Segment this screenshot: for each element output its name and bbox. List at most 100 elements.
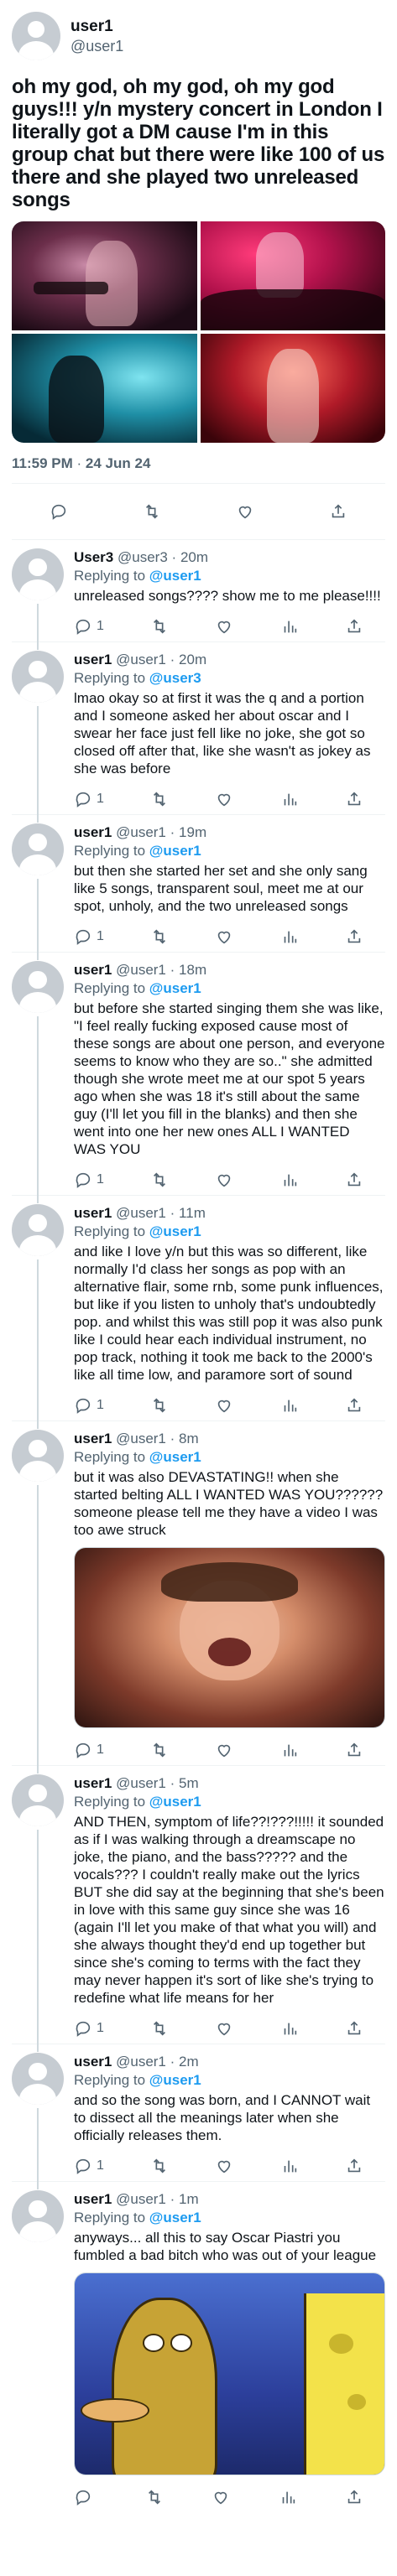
reply-button[interactable]: 1 — [74, 2019, 104, 2038]
reply-button[interactable] — [74, 2488, 97, 2506]
share-button[interactable] — [345, 927, 363, 946]
avatar[interactable] — [12, 12, 60, 60]
reply-tweet[interactable]: user1 @user1 · 11m Replying to @user1 an… — [12, 1196, 385, 1429]
reply-tweet[interactable]: user1 @user1 · 2m Replying to @user1 and… — [12, 2044, 385, 2189]
like-button[interactable] — [215, 1741, 233, 1759]
reply-button[interactable]: 1 — [74, 1171, 104, 1189]
concert-photo-4[interactable] — [200, 334, 385, 443]
like-button[interactable] — [215, 927, 233, 946]
reply-author-handle[interactable]: @user1 — [116, 1431, 166, 1446]
reply-author-handle[interactable]: @user3 — [118, 549, 168, 565]
reply-author-name[interactable]: User3 — [74, 549, 113, 565]
reply-author-handle[interactable]: @user1 — [116, 652, 166, 667]
avatar[interactable] — [12, 2053, 64, 2105]
reply-author-name[interactable]: user1 — [74, 1775, 112, 1791]
share-button[interactable] — [345, 790, 363, 808]
reply-icon[interactable] — [50, 502, 68, 521]
share-button[interactable] — [345, 2488, 363, 2506]
like-button[interactable] — [215, 617, 233, 636]
reply-author-name[interactable]: user1 — [74, 962, 112, 978]
crying-reaction-image[interactable] — [74, 1547, 385, 1728]
analytics-button[interactable] — [280, 1171, 299, 1189]
reply-time[interactable]: 1m — [179, 2191, 199, 2207]
spongebob-meme-image[interactable] — [74, 2272, 385, 2475]
reply-author-name[interactable]: user1 — [74, 2054, 112, 2070]
like-button[interactable] — [215, 790, 233, 808]
like-icon[interactable] — [236, 502, 254, 521]
reply-tweet[interactable]: user1 @user1 · 20m Replying to @user3 lm… — [12, 642, 385, 823]
concert-photo-3[interactable] — [12, 334, 197, 443]
retweet-button[interactable] — [150, 1396, 169, 1415]
reply-button[interactable]: 1 — [74, 1741, 104, 1759]
avatar[interactable] — [12, 651, 64, 703]
reply-author-handle[interactable]: @user1 — [116, 2054, 166, 2070]
mention-link[interactable]: @user1 — [149, 2072, 201, 2088]
author-handle[interactable]: @user1 — [71, 37, 123, 55]
retweet-button[interactable] — [145, 2488, 164, 2506]
reply-author-name[interactable]: user1 — [74, 1205, 112, 1221]
avatar[interactable] — [12, 1204, 64, 1256]
share-icon[interactable] — [329, 502, 347, 521]
analytics-button[interactable] — [280, 927, 299, 946]
reply-button[interactable]: 1 — [74, 790, 104, 808]
mention-link[interactable]: @user1 — [149, 1449, 201, 1465]
retweet-button[interactable] — [150, 1741, 169, 1759]
reply-time[interactable]: 11m — [179, 1205, 206, 1221]
analytics-button[interactable] — [280, 790, 299, 808]
analytics-button[interactable] — [279, 2488, 297, 2506]
avatar[interactable] — [12, 961, 64, 1013]
reply-tweet[interactable]: user1 @user1 · 1m Replying to @user1 any… — [12, 2182, 385, 2512]
like-button[interactable] — [212, 2488, 230, 2506]
reply-time[interactable]: 20m — [179, 652, 206, 667]
avatar[interactable] — [12, 1430, 64, 1482]
reply-time[interactable]: 2m — [179, 2054, 199, 2070]
reply-author-name[interactable]: user1 — [74, 824, 112, 840]
retweet-button[interactable] — [150, 790, 169, 808]
reply-author-handle[interactable]: @user1 — [116, 2191, 166, 2207]
like-button[interactable] — [215, 1171, 233, 1189]
retweet-button[interactable] — [150, 927, 169, 946]
reply-button[interactable]: 1 — [74, 2157, 104, 2175]
reply-time[interactable]: 20m — [180, 549, 208, 565]
mention-link[interactable]: @user1 — [149, 980, 201, 996]
reply-time[interactable]: 19m — [179, 824, 206, 840]
share-button[interactable] — [345, 1171, 363, 1189]
reply-tweet[interactable]: user1 @user1 · 19m Replying to @user1 bu… — [12, 815, 385, 960]
like-button[interactable] — [215, 1396, 233, 1415]
reply-tweet[interactable]: User3 @user3 · 20m Replying to @user1 un… — [12, 540, 385, 650]
tweet-timestamp[interactable]: 11:59 PM · 24 Jun 24 — [12, 454, 385, 473]
reply-tweet[interactable]: user1 @user1 · 18m Replying to @user1 bu… — [12, 953, 385, 1203]
avatar[interactable] — [12, 1774, 64, 1826]
analytics-button[interactable] — [280, 617, 299, 636]
avatar[interactable] — [12, 823, 64, 875]
reply-tweet[interactable]: user1 @user1 · 5m Replying to @user1 AND… — [12, 1766, 385, 2052]
retweet-button[interactable] — [150, 617, 169, 636]
retweet-button[interactable] — [150, 1171, 169, 1189]
share-button[interactable] — [345, 2019, 363, 2038]
like-button[interactable] — [215, 2157, 233, 2175]
mention-link[interactable]: @user1 — [149, 1223, 201, 1239]
analytics-button[interactable] — [280, 2157, 299, 2175]
concert-photo-1[interactable] — [12, 221, 197, 330]
retweet-button[interactable] — [150, 2157, 169, 2175]
concert-photo-2[interactable] — [200, 221, 385, 330]
avatar[interactable] — [12, 548, 64, 600]
retweet-icon[interactable] — [143, 502, 161, 521]
share-button[interactable] — [345, 1396, 363, 1415]
reply-author-handle[interactable]: @user1 — [116, 1775, 166, 1791]
mention-link[interactable]: @user1 — [149, 2210, 201, 2225]
reply-time[interactable]: 8m — [179, 1431, 199, 1446]
reply-author-name[interactable]: user1 — [74, 1431, 112, 1446]
reply-tweet[interactable]: user1 @user1 · 8m Replying to @user1 but… — [12, 1421, 385, 1774]
analytics-button[interactable] — [280, 2019, 299, 2038]
author-name[interactable]: user1 — [71, 17, 123, 37]
reply-author-handle[interactable]: @user1 — [116, 1205, 166, 1221]
reply-author-handle[interactable]: @user1 — [116, 962, 166, 978]
analytics-button[interactable] — [280, 1396, 299, 1415]
reply-button[interactable]: 1 — [74, 927, 104, 946]
like-button[interactable] — [215, 2019, 233, 2038]
reply-author-name[interactable]: user1 — [74, 2191, 112, 2207]
share-button[interactable] — [345, 617, 363, 636]
reply-time[interactable]: 18m — [179, 962, 206, 978]
reply-author-handle[interactable]: @user1 — [116, 824, 166, 840]
